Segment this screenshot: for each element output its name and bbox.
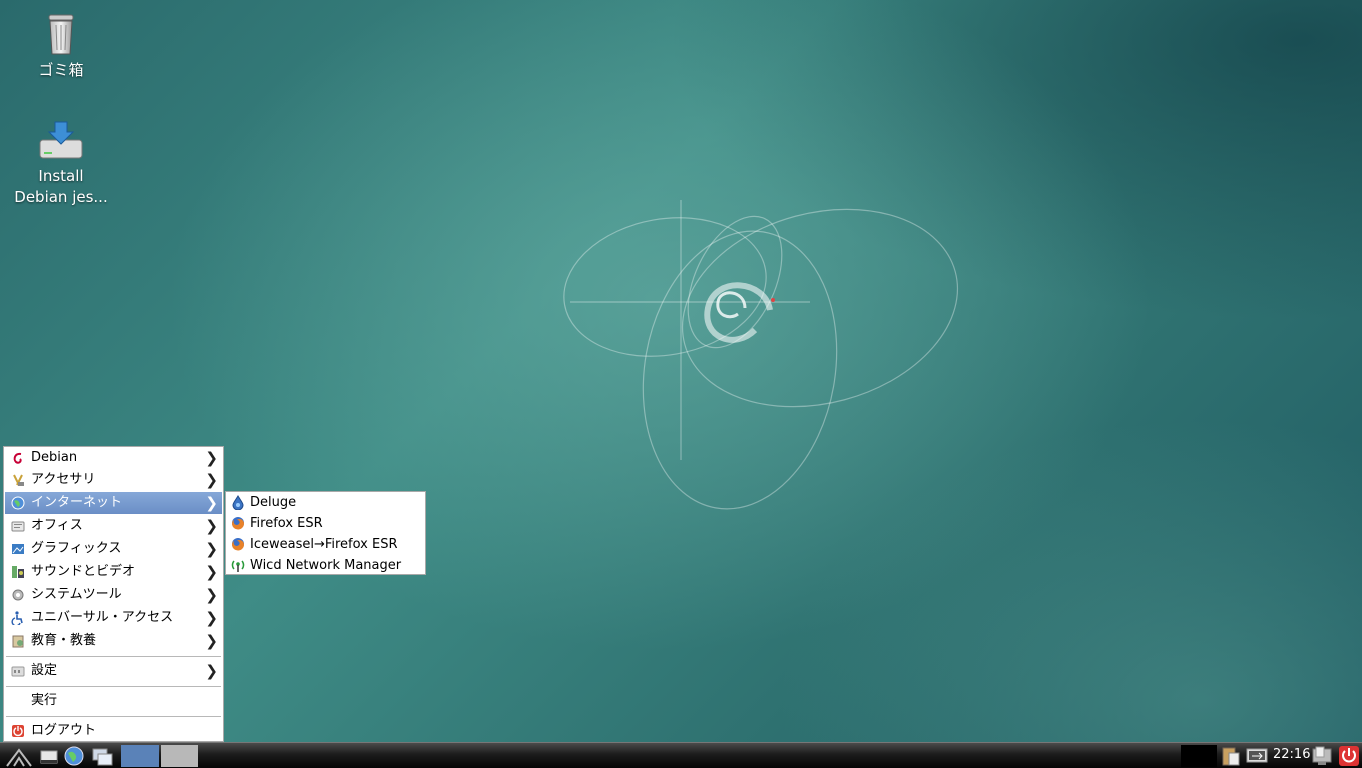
menu-item-label: 教育・教養: [31, 633, 97, 648]
menu-item-debian[interactable]: Debian ❯: [5, 447, 222, 469]
menu-item-label: ユニバーサル・アクセス: [31, 610, 174, 625]
deluge-icon: [232, 495, 244, 510]
desktop-icon-label-line1: Install: [38, 167, 84, 185]
desktop-icon-install-debian[interactable]: Install Debian jes...: [6, 118, 116, 208]
clipboard-icon[interactable]: [1219, 745, 1241, 767]
cpu-monitor: [1181, 745, 1217, 767]
desktop-icon-trash[interactable]: ゴミ箱: [6, 12, 116, 81]
system-tools-icon: [12, 589, 24, 601]
show-desktop-icon[interactable]: [38, 745, 60, 767]
menu-separator: [6, 656, 221, 657]
sound-video-icon: [12, 566, 24, 578]
menu-separator: [6, 716, 221, 717]
debian-wallpaper-swirl: [563, 200, 959, 510]
iceweasel-icon: [232, 538, 245, 551]
submenu-item-deluge[interactable]: Deluge: [227, 492, 424, 513]
chevron-right-icon: ❯: [205, 449, 218, 467]
menu-item-internet[interactable]: インターネット ❯: [5, 492, 222, 514]
submenu-item-firefox-esr[interactable]: Firefox ESR: [227, 513, 424, 534]
network-icon[interactable]: [1244, 745, 1270, 767]
graphics-icon: [12, 544, 24, 554]
clock[interactable]: 22:16: [1273, 747, 1310, 762]
workspace-1-button[interactable]: [121, 745, 159, 767]
office-icon: [11, 521, 25, 532]
chevron-right-icon: ❯: [205, 632, 218, 650]
workspace-2-button[interactable]: [161, 745, 198, 767]
start-menu-icon[interactable]: [4, 745, 34, 767]
education-icon: [12, 635, 24, 648]
submenu-item-label: Deluge: [250, 495, 297, 510]
monitor-icon[interactable]: [1311, 745, 1333, 767]
settings-icon: [11, 666, 25, 677]
menu-item-universal-access[interactable]: ユニバーサル・アクセス ❯: [5, 607, 222, 629]
power-icon[interactable]: [1338, 745, 1360, 767]
trash-icon: [48, 14, 74, 55]
menu-item-office[interactable]: オフィス ❯: [5, 515, 222, 537]
menu-item-label: インターネット: [31, 495, 123, 510]
application-menu: Debian ❯ アクセサリ ❯ インターネット ❯ オフィス ❯ グラフィック…: [3, 446, 224, 742]
menu-item-label: サウンドとビデオ: [31, 564, 136, 579]
menu-item-label: オフィス: [31, 518, 83, 533]
window-switcher-icon[interactable]: [90, 745, 116, 767]
chevron-right-icon: ❯: [205, 586, 218, 604]
chevron-right-icon: ❯: [205, 471, 218, 489]
menu-separator: [6, 686, 221, 687]
chevron-right-icon: ❯: [205, 662, 218, 680]
menu-item-label: Debian: [31, 450, 78, 465]
submenu-item-iceweasel[interactable]: Iceweasel→Firefox ESR: [227, 534, 424, 555]
submenu-item-label: Wicd Network Manager: [250, 558, 402, 573]
menu-item-settings[interactable]: 設定 ❯: [5, 660, 222, 682]
chevron-right-icon: ❯: [205, 517, 218, 535]
browser-globe-icon[interactable]: [63, 745, 85, 767]
menu-item-system-tools[interactable]: システムツール ❯: [5, 584, 222, 606]
chevron-right-icon: ❯: [205, 609, 218, 627]
menu-item-education[interactable]: 教育・教養 ❯: [5, 630, 222, 652]
desktop-icon-label-line2: Debian jes...: [14, 188, 108, 206]
chevron-right-icon: ❯: [205, 494, 218, 512]
desktop-icon-label: ゴミ箱: [38, 61, 84, 79]
menu-item-logout[interactable]: ログアウト: [5, 720, 222, 742]
menu-item-label: アクセサリ: [31, 472, 96, 487]
menu-item-run[interactable]: 実行: [5, 690, 222, 712]
submenu-item-wicd[interactable]: Wicd Network Manager: [227, 555, 424, 576]
chevron-right-icon: ❯: [205, 563, 218, 581]
menu-item-accessories[interactable]: アクセサリ ❯: [5, 469, 222, 491]
install-drive-icon: [39, 121, 83, 159]
menu-item-label: ログアウト: [31, 723, 97, 738]
submenu-item-label: Iceweasel→Firefox ESR: [250, 537, 398, 552]
chevron-right-icon: ❯: [205, 540, 218, 558]
menu-item-label: グラフィックス: [31, 541, 122, 556]
menu-item-label: 実行: [31, 693, 58, 708]
menu-item-label: システムツール: [31, 587, 122, 602]
universal-access-icon: [11, 611, 23, 625]
internet-globe-icon: [11, 496, 25, 510]
wicd-icon: [231, 560, 245, 572]
menu-item-graphics[interactable]: グラフィックス ❯: [5, 538, 222, 560]
submenu-item-label: Firefox ESR: [250, 516, 323, 531]
firefox-icon: [232, 517, 245, 530]
accessories-icon: [13, 474, 24, 486]
logout-icon: [12, 725, 24, 737]
taskbar: 22:16: [0, 742, 1362, 768]
menu-item-sound-video[interactable]: サウンドとビデオ ❯: [5, 561, 222, 583]
menu-item-label: 設定: [31, 663, 58, 678]
debian-swirl-icon: [13, 452, 22, 464]
internet-submenu: Deluge Firefox ESR Iceweasel→Firefox ESR…: [225, 491, 426, 575]
